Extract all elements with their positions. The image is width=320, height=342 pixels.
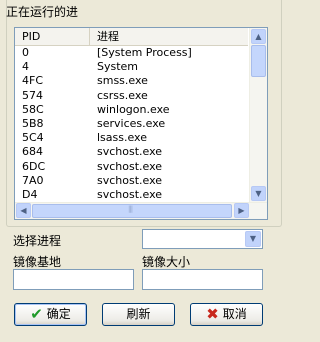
- refresh-button-label: 刷新: [126, 307, 151, 321]
- list-header: PID 进程: [15, 28, 248, 46]
- scroll-right-arrow-icon[interactable]: ▶: [234, 203, 249, 218]
- pid-cell: 574: [22, 88, 43, 102]
- pid-cell: D4: [22, 187, 38, 201]
- ok-button-label: 确定: [46, 307, 71, 321]
- process-name-cell: csrss.exe: [97, 88, 148, 102]
- process-name-cell: svchost.exe: [97, 173, 163, 187]
- process-name-cell: lsass.exe: [97, 131, 147, 145]
- pid-cell: 684: [22, 145, 43, 159]
- table-row[interactable]: 5C4 lsass.exe: [15, 131, 248, 145]
- column-header-process[interactable]: 进程: [90, 28, 248, 45]
- check-icon: ✔: [30, 305, 43, 323]
- group-title: 正在运行的进: [6, 5, 79, 19]
- process-name-cell: System: [97, 60, 139, 74]
- pid-cell: 4: [22, 60, 29, 74]
- pid-cell: 5C4: [22, 131, 44, 145]
- table-row[interactable]: 7A0 svchost.exe: [15, 174, 248, 188]
- pid-cell: 58C: [22, 102, 44, 116]
- pid-cell: 7A0: [22, 173, 44, 187]
- process-name-cell: svchost.exe: [97, 187, 163, 201]
- process-name-cell: smss.exe: [97, 74, 148, 88]
- scroll-left-arrow-icon[interactable]: ◀: [16, 203, 31, 218]
- process-name-cell: winlogon.exe: [97, 102, 170, 116]
- process-list[interactable]: PID 进程 0 [System Process] 4 System 4FC smss.e…: [14, 27, 268, 220]
- grip-icon: |||: [128, 205, 133, 213]
- pid-cell: 4FC: [22, 74, 44, 88]
- pid-cell: 5B8: [22, 116, 44, 130]
- pid-cell: 6DC: [22, 159, 46, 173]
- image-base-label: 镜像基地: [13, 255, 62, 269]
- vertical-scrollbar[interactable]: ▲ ▼: [249, 28, 267, 202]
- table-row[interactable]: 4FC smss.exe: [15, 74, 248, 88]
- image-size-label: 镜像大小: [142, 255, 191, 269]
- table-row[interactable]: D4 svchost.exe: [15, 188, 248, 202]
- process-name-cell: svchost.exe: [97, 159, 163, 173]
- horizontal-scrollbar[interactable]: ◀ ||| ▶: [15, 202, 267, 219]
- list-rows: 0 [System Process] 4 System 4FC smss.exe 574 cs…: [15, 46, 248, 202]
- chevron-down-icon[interactable]: ▼: [245, 231, 261, 247]
- select-process-label: 选择进程: [13, 234, 62, 248]
- pid-cell: 0: [22, 46, 29, 59]
- table-row[interactable]: 5B8 services.exe: [15, 117, 248, 131]
- cancel-button[interactable]: ✖ 取消: [190, 303, 263, 326]
- table-row[interactable]: 4 System: [15, 60, 248, 74]
- table-row[interactable]: 0 [System Process]: [15, 46, 248, 60]
- column-header-pid[interactable]: PID: [15, 28, 90, 45]
- image-size-field[interactable]: [142, 269, 263, 290]
- process-name-cell: services.exe: [97, 116, 166, 130]
- image-base-field[interactable]: [13, 269, 134, 290]
- table-row[interactable]: 58C winlogon.exe: [15, 103, 248, 117]
- horizontal-scroll-thumb[interactable]: |||: [32, 204, 232, 218]
- cancel-button-label: 取消: [222, 307, 247, 321]
- scroll-down-arrow-icon[interactable]: ▼: [251, 186, 266, 201]
- table-row[interactable]: 6DC svchost.exe: [15, 160, 248, 174]
- scroll-up-arrow-icon[interactable]: ▲: [251, 29, 266, 44]
- vertical-scroll-thumb[interactable]: [251, 45, 266, 77]
- table-row[interactable]: 574 csrss.exe: [15, 89, 248, 103]
- process-name-cell: svchost.exe: [97, 145, 163, 159]
- ok-button[interactable]: ✔ 确定: [14, 303, 87, 326]
- x-icon: ✖: [206, 305, 219, 323]
- process-name-cell: [System Process]: [97, 46, 192, 59]
- table-row[interactable]: 684 svchost.exe: [15, 145, 248, 159]
- select-process-dropdown[interactable]: ▼: [142, 229, 263, 249]
- refresh-button[interactable]: 刷新: [102, 303, 175, 326]
